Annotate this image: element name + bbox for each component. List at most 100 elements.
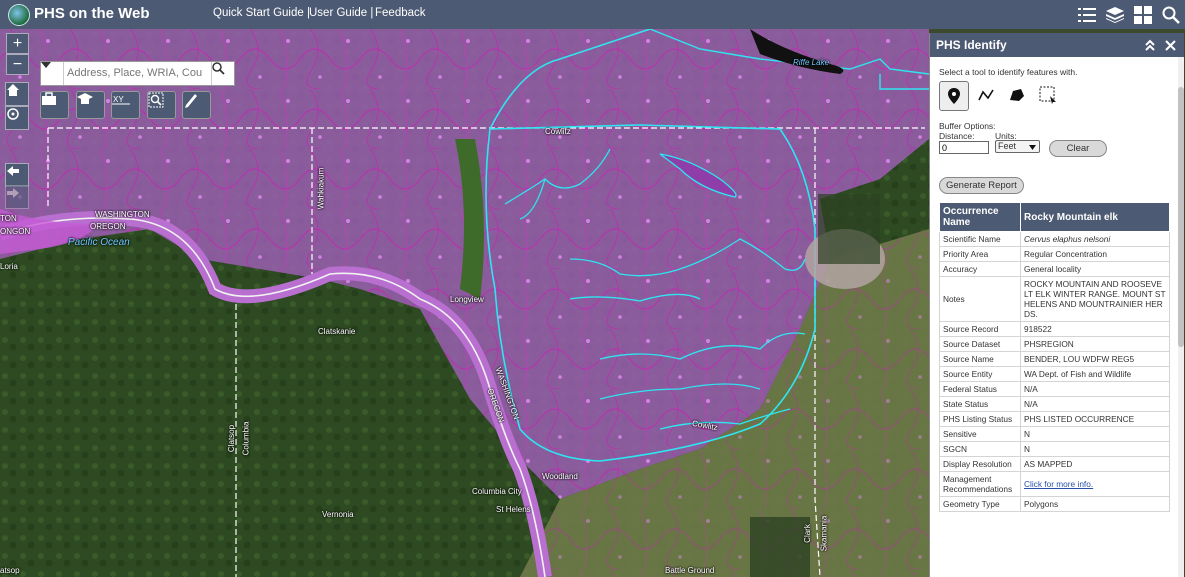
attr-key: Source Dataset — [939, 336, 1021, 352]
home-button[interactable] — [5, 82, 29, 106]
scroll-thumb[interactable] — [1178, 87, 1184, 347]
attr-value: WA Dept. of Fish and Wildlife — [1020, 366, 1170, 382]
search-source-dropdown[interactable] — [41, 62, 64, 85]
management-info-link[interactable]: Click for more info. — [1020, 471, 1170, 497]
label-cowlitz-town: Cowlitz — [545, 127, 571, 136]
line-tool-button[interactable] — [972, 81, 1000, 109]
label-loria: Loria — [0, 262, 18, 271]
table-row: Geometry Type Polygons — [939, 496, 1170, 512]
table-row: Source Name BENDER, LOU WDFW REG5 — [939, 351, 1170, 367]
locate-button[interactable] — [5, 106, 29, 130]
generate-report-button[interactable]: Generate Report — [939, 177, 1024, 194]
attr-value: BENDER, LOU WDFW REG5 — [1020, 351, 1170, 367]
attr-key: PHS Listing Status — [939, 411, 1021, 427]
home-icon — [7, 84, 19, 96]
label-oregon: OREGON — [90, 222, 126, 231]
attr-key: Source Entity — [939, 366, 1021, 382]
attr-key: Management Recommendations — [939, 471, 1021, 497]
attr-key: SGCN — [939, 441, 1021, 457]
extent-tool-button[interactable] — [1034, 81, 1062, 109]
occurrence-name-value: Rocky Mountain elk — [1020, 202, 1170, 232]
label-washington: WASHINGTON — [95, 210, 150, 219]
buffer-options-label: Buffer Options: — [939, 121, 996, 131]
attr-value: PHSREGION — [1020, 336, 1170, 352]
label-st-helens: St Helens — [496, 505, 531, 514]
label-oregon-left: ONGON — [0, 227, 31, 236]
table-row: Accuracy General locality — [939, 261, 1170, 277]
attr-key: Source Record — [939, 321, 1021, 337]
pencil-icon — [185, 94, 197, 108]
polygon-tool-button[interactable] — [1003, 81, 1031, 109]
table-row: State Status N/A — [939, 396, 1170, 412]
quick-start-guide-link[interactable]: Quick Start Guide | — [213, 7, 310, 19]
close-icon — [1165, 40, 1176, 51]
clear-button[interactable]: Clear — [1049, 140, 1107, 157]
label-washington-left: TON — [0, 214, 17, 223]
attr-key: Notes — [939, 276, 1021, 322]
attr-value: Cervus elaphus nelsoni — [1020, 231, 1170, 247]
attr-key: Accuracy — [939, 261, 1021, 277]
table-row: Source Entity WA Dept. of Fish and Wildli… — [939, 366, 1170, 382]
phs-identify-icon[interactable] — [1157, 0, 1185, 29]
next-extent-button[interactable] — [5, 185, 29, 209]
graduation-cap-icon — [77, 93, 93, 104]
search-button[interactable] — [211, 62, 234, 85]
app-header: PHS on the Web Quick Start Guide | User … — [0, 0, 1185, 29]
attr-key: Federal Status — [939, 381, 1021, 397]
point-tool-button[interactable] — [939, 81, 969, 111]
zoom-extent-icon — [148, 92, 164, 108]
search-icon — [212, 62, 225, 75]
svg-text:XY: XY — [113, 95, 124, 104]
attr-key: Geometry Type — [939, 496, 1021, 512]
occurrence-name-key: Occurrence Name — [939, 202, 1021, 232]
xy-tool-button[interactable]: XY — [111, 91, 140, 119]
search-box — [40, 61, 235, 86]
collapse-button[interactable] — [1144, 38, 1156, 56]
list-icon[interactable] — [1073, 0, 1101, 29]
grid-icon[interactable] — [1129, 0, 1157, 29]
attr-key: Display Resolution — [939, 456, 1021, 472]
label-woodland: Woodland — [542, 472, 578, 481]
label-longview: Longview — [450, 295, 484, 304]
bag-icon — [42, 92, 56, 105]
table-row: Source Record 918522 — [939, 321, 1170, 337]
app-title: PHS on the Web — [34, 5, 150, 22]
table-row: Management Recommendations Click for more… — [939, 471, 1170, 497]
education-tool-button[interactable] — [76, 91, 105, 119]
search-input[interactable] — [67, 65, 207, 81]
label-riffe-lake: Riffe Lake — [793, 58, 830, 67]
attr-value: N/A — [1020, 396, 1170, 412]
measure-tool-button[interactable] — [182, 91, 211, 119]
attr-value: N/A — [1020, 381, 1170, 397]
double-chevron-up-icon — [1145, 39, 1155, 51]
attr-key: Source Name — [939, 351, 1021, 367]
close-button[interactable] — [1165, 38, 1176, 56]
label-vernonia: Vernonia — [322, 510, 354, 519]
table-row: Scientific Name Cervus elaphus nelsoni — [939, 231, 1170, 247]
map-view[interactable]: WASHINGTON OREGON Pacific Ocean TON ONGO… — [0, 29, 929, 577]
units-select[interactable]: Feet — [995, 140, 1040, 153]
basemap-tool-button[interactable] — [40, 91, 69, 119]
user-guide-link[interactable]: User Guide | — [309, 7, 373, 19]
phs-identify-panel: PHS Identify Select a tool to identify f… — [929, 33, 1184, 577]
attr-value: Polygons — [1020, 496, 1170, 512]
attr-value: N — [1020, 426, 1170, 442]
zoom-in-button[interactable]: + — [6, 33, 29, 54]
distance-input[interactable] — [939, 141, 989, 154]
polygon-tool-icon — [1010, 89, 1024, 101]
attr-key: State Status — [939, 396, 1021, 412]
table-header-row: Occurrence Name Rocky Mountain elk — [939, 202, 1170, 232]
previous-extent-button[interactable] — [5, 163, 29, 187]
label-battle-ground: Battle Ground — [665, 566, 715, 575]
feedback-link[interactable]: Feedback — [375, 7, 426, 19]
zoom-out-button[interactable]: − — [6, 54, 29, 75]
attr-key: Sensitive — [939, 426, 1021, 442]
panel-scrollbar[interactable] — [1178, 57, 1184, 577]
arrow-right-icon — [7, 188, 19, 198]
layers-icon[interactable] — [1101, 0, 1129, 29]
line-tool-icon — [978, 89, 994, 101]
chevron-down-icon — [41, 62, 51, 68]
attr-value: AS MAPPED — [1020, 456, 1170, 472]
identify-extent-tool-button[interactable] — [147, 91, 176, 119]
locate-icon — [7, 108, 19, 120]
